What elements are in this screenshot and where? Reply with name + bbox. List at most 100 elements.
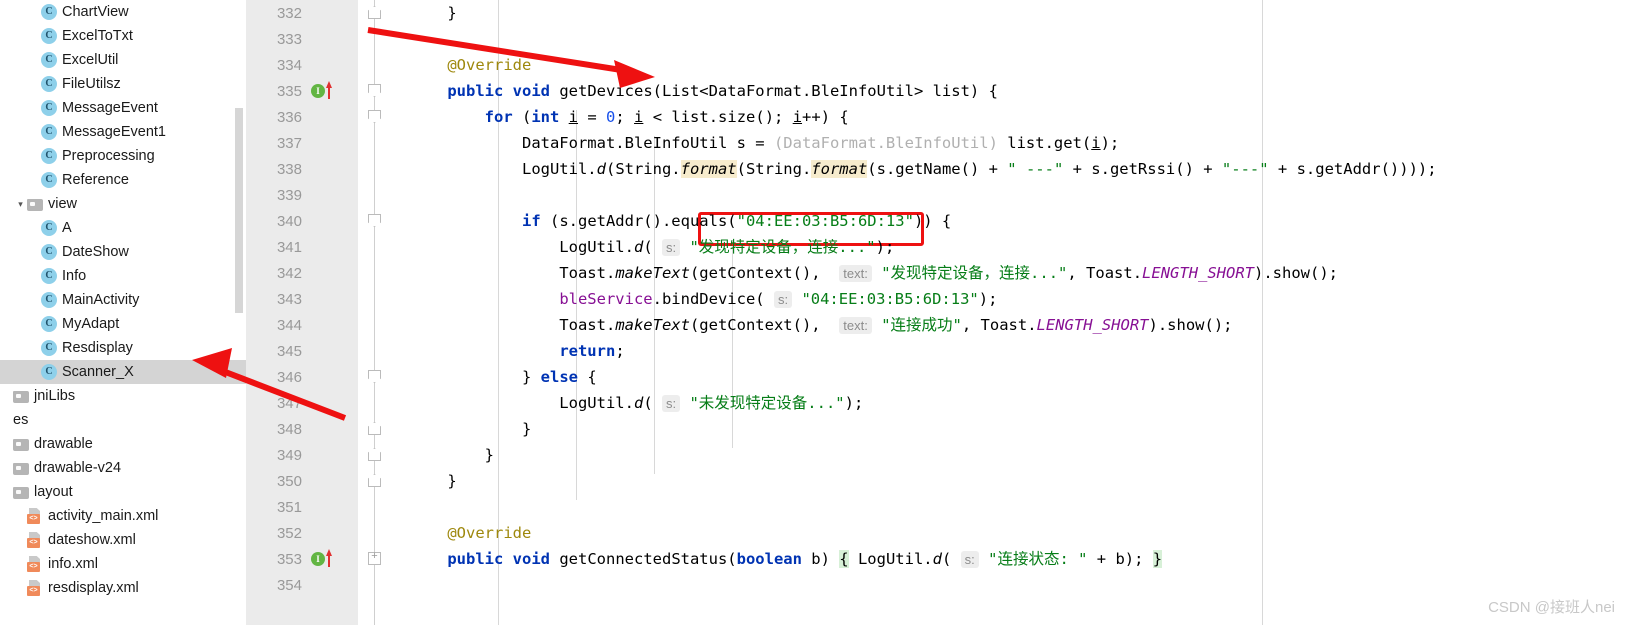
tree-item-messageevent[interactable]: C MessageEvent — [0, 96, 246, 120]
tree-item-a[interactable]: CA — [0, 216, 246, 240]
tree-item-mainactivity[interactable]: C MainActivity — [0, 288, 246, 312]
gutter-line-349[interactable]: 349 — [246, 442, 358, 468]
tree-item-jnilibs[interactable]: jniLibs — [0, 384, 246, 408]
tree-item-layout[interactable]: layout — [0, 480, 246, 504]
line-number: 332 — [276, 4, 302, 22]
gutter-line-351[interactable]: 351 — [246, 494, 358, 520]
tree-item-myadapt[interactable]: C MyAdapt — [0, 312, 246, 336]
code-editor[interactable]: } @Override public void getDevices(List<… — [392, 0, 1629, 625]
line-number: 348 — [276, 420, 302, 438]
chevron-down-icon[interactable]: ▾ — [14, 199, 27, 209]
code-line-341[interactable]: LogUtil.d( s: "发现特定设备，连接..."); — [392, 234, 1629, 260]
gutter-line-338[interactable]: 338 — [246, 156, 358, 182]
tree-item-resdisplay-xml[interactable]: resdisplay.xml — [0, 576, 246, 600]
gutter-line-350[interactable]: 350 — [246, 468, 358, 494]
gutter-line-341[interactable]: 341 — [246, 234, 358, 260]
gutter-line-348[interactable]: 348 — [246, 416, 358, 442]
project-tree-panel[interactable]: C ChartView C ExcelToTxt C ExcelUtil C FileUtil… — [0, 0, 246, 625]
tree-item-fileutilsz[interactable]: C FileUtilsz — [0, 72, 246, 96]
gutter-line-344[interactable]: 344 — [246, 312, 358, 338]
tree-item-activity-main-xml[interactable]: activity_main.xml — [0, 504, 246, 528]
fold-up-icon[interactable] — [368, 6, 381, 19]
tree-item-drawable[interactable]: drawable — [0, 432, 246, 456]
code-line-342[interactable]: Toast.makeText(getContext(), text: "发现特定… — [392, 260, 1629, 286]
code-line-335[interactable]: public void getDevices(List<DataFormat.B… — [392, 78, 1629, 104]
gutter-line-343[interactable]: 343 — [246, 286, 358, 312]
sidebar-scrollbar[interactable] — [235, 108, 243, 313]
gutter-line-332[interactable]: 332 — [246, 0, 358, 26]
gutter-line-347[interactable]: 347 — [246, 390, 358, 416]
gutter-line-336[interactable]: 336 — [246, 104, 358, 130]
fold-slot-347 — [358, 390, 392, 416]
implementation-marker-icon[interactable]: I — [311, 81, 332, 99]
code-line-337[interactable]: DataFormat.BleInfoUtil s = (DataFormat.B… — [392, 130, 1629, 156]
fold-slot-339 — [358, 182, 392, 208]
gutter-line-346[interactable]: 346 — [246, 364, 358, 390]
tree-item-label: drawable-v24 — [34, 460, 122, 476]
tree-item-reference[interactable]: C Reference — [0, 168, 246, 192]
tree-item-dateshow[interactable]: C DateShow — [0, 240, 246, 264]
code-line-354[interactable] — [392, 572, 1629, 598]
gutter-line-340[interactable]: 340 — [246, 208, 358, 234]
tree-item-preprocessing[interactable]: C Preprocessing — [0, 144, 246, 168]
tree-item-scanner-x[interactable]: C Scanner_X — [0, 360, 246, 384]
code-line-338[interactable]: LogUtil.d(String.format(String.format(s.… — [392, 156, 1629, 182]
code-line-349[interactable]: } — [392, 442, 1629, 468]
fold-down-icon[interactable] — [368, 110, 381, 123]
fold-up-icon[interactable] — [368, 474, 381, 487]
gutter-line-339[interactable]: 339 — [246, 182, 358, 208]
line-number: 334 — [276, 56, 302, 74]
code-line-345[interactable]: return; — [392, 338, 1629, 364]
fold-plus-icon[interactable] — [368, 550, 381, 565]
code-line-346[interactable]: } else { — [392, 364, 1629, 390]
tree-item-exceltotxt[interactable]: C ExcelToTxt — [0, 24, 246, 48]
tree-item-info-xml[interactable]: info.xml — [0, 552, 246, 576]
gutter-line-352[interactable]: 352 — [246, 520, 358, 546]
code-line-339[interactable] — [392, 182, 1629, 208]
tree-item-chartview[interactable]: C ChartView — [0, 0, 246, 24]
tree-item-dateshow-xml[interactable]: dateshow.xml — [0, 528, 246, 552]
tree-item-drawable-v24[interactable]: drawable-v24 — [0, 456, 246, 480]
code-line-333[interactable] — [392, 26, 1629, 52]
java-class-icon: C — [41, 364, 57, 380]
line-number: 336 — [276, 108, 302, 126]
editor-code-folding-column[interactable] — [358, 0, 392, 625]
code-line-334[interactable]: @Override — [392, 52, 1629, 78]
tree-item-resdisplay[interactable]: C Resdisplay — [0, 336, 246, 360]
code-line-351[interactable] — [392, 494, 1629, 520]
editor-line-number-gutter[interactable]: 332 333 334 335 I 336 337 338 339 340 341 342 343 344… — [246, 0, 358, 625]
gutter-line-353[interactable]: 353 I — [246, 546, 358, 572]
tree-item-excelutil[interactable]: C ExcelUtil — [0, 48, 246, 72]
code-line-352[interactable]: @Override — [392, 520, 1629, 546]
override-annotation: @Override — [447, 56, 532, 74]
code-line-350[interactable]: } — [392, 468, 1629, 494]
gutter-line-334[interactable]: 334 — [246, 52, 358, 78]
tree-item-info[interactable]: C Info — [0, 264, 246, 288]
code-line-348[interactable]: } — [392, 416, 1629, 442]
gutter-line-337[interactable]: 337 — [246, 130, 358, 156]
fold-down-icon[interactable] — [368, 214, 381, 227]
code-line-336[interactable]: for (int i = 0; i < list.size(); i++) { — [392, 104, 1629, 130]
code-line-343[interactable]: bleService.bindDevice( s: "04:EE:03:B5:6… — [392, 286, 1629, 312]
gutter-line-345[interactable]: 345 — [246, 338, 358, 364]
tree-item-es[interactable]: es — [0, 408, 246, 432]
gutter-line-342[interactable]: 342 — [246, 260, 358, 286]
fold-up-icon[interactable] — [368, 422, 381, 435]
gutter-line-354[interactable]: 354 — [246, 572, 358, 598]
code-line-340[interactable]: if (s.getAddr().equals("04:EE:03:B5:6D:1… — [392, 208, 1629, 234]
fold-up-icon[interactable] — [368, 448, 381, 461]
tree-item-messageevent1[interactable]: C MessageEvent1 — [0, 120, 246, 144]
gutter-line-335[interactable]: 335 I — [246, 78, 358, 104]
implementation-marker-icon[interactable]: I — [311, 549, 332, 567]
tree-item-view[interactable]: ▾ view — [0, 192, 246, 216]
code-line-332[interactable]: } — [392, 0, 1629, 26]
code-line-353[interactable]: public void getConnectedStatus(boolean b… — [392, 546, 1629, 572]
line-number: 352 — [276, 524, 302, 542]
fold-slot-334 — [358, 52, 392, 78]
code-line-344[interactable]: Toast.makeText(getContext(), text: "连接成功… — [392, 312, 1629, 338]
fold-down-icon[interactable] — [368, 84, 381, 97]
code-line-347[interactable]: LogUtil.d( s: "未发现特定设备..."); — [392, 390, 1629, 416]
gutter-line-333[interactable]: 333 — [246, 26, 358, 52]
java-class-icon: C — [41, 52, 57, 68]
fold-down-icon[interactable] — [368, 370, 381, 383]
